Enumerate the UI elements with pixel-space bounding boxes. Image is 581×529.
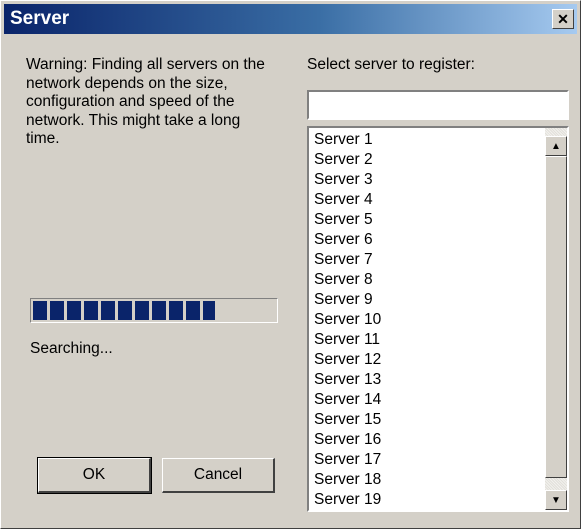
window-title: Server <box>10 8 70 29</box>
warning-text: Warning: Finding all servers on the netw… <box>26 56 265 147</box>
server-list-item[interactable]: Server 1 <box>314 130 542 150</box>
ok-button[interactable]: OK <box>37 457 152 494</box>
server-list-item[interactable]: Server 10 <box>314 310 542 330</box>
server-list[interactable]: Server 1 Server 2 Server 3 Server 4 Server 5… <box>307 126 569 512</box>
search-progress-bar <box>30 298 278 323</box>
server-list-item[interactable]: Server 3 <box>314 170 542 190</box>
server-list-item[interactable]: Server 14 <box>314 390 542 410</box>
server-list-item[interactable]: Server 2 <box>314 150 542 170</box>
close-icon: ✕ <box>557 10 569 27</box>
cancel-button[interactable]: Cancel <box>162 458 275 493</box>
server-list-item[interactable]: Server 17 <box>314 450 542 470</box>
progress-fill <box>33 301 215 320</box>
server-list-item[interactable]: Server 7 <box>314 250 542 270</box>
scroll-down-icon: ▼ <box>551 494 561 506</box>
scroll-thumb[interactable] <box>545 156 567 478</box>
server-list-item[interactable]: Server 16 <box>314 430 542 450</box>
scroll-up-icon: ▲ <box>551 140 561 152</box>
server-list-item[interactable]: Server 20 <box>314 510 542 512</box>
server-list-items: Server 1 Server 2 Server 3 Server 4 Server 5… <box>314 130 542 512</box>
server-list-item[interactable]: Server 19 <box>314 490 542 510</box>
title-bar[interactable]: Server ✕ <box>4 4 577 34</box>
server-list-item[interactable]: Server 4 <box>314 190 542 210</box>
server-list-item[interactable]: Server 11 <box>314 330 542 350</box>
server-list-scrollbar[interactable]: ▲ ▼ <box>545 128 567 510</box>
server-dialog: Server ✕ Warning: Finding all servers on… <box>0 0 581 529</box>
server-list-item[interactable]: Server 6 <box>314 230 542 250</box>
server-name-input[interactable] <box>307 90 569 120</box>
server-list-item[interactable]: Server 5 <box>314 210 542 230</box>
select-server-label: Select server to register: <box>307 56 475 73</box>
server-list-item[interactable]: Server 8 <box>314 270 542 290</box>
server-list-item[interactable]: Server 12 <box>314 350 542 370</box>
server-list-item[interactable]: Server 9 <box>314 290 542 310</box>
server-list-item[interactable]: Server 15 <box>314 410 542 430</box>
scroll-up-button[interactable]: ▲ <box>545 136 567 156</box>
server-list-item[interactable]: Server 13 <box>314 370 542 390</box>
scroll-down-button[interactable]: ▼ <box>545 490 567 510</box>
status-text: Searching... <box>30 340 113 357</box>
close-button[interactable]: ✕ <box>552 9 574 29</box>
server-list-item[interactable]: Server 18 <box>314 470 542 490</box>
